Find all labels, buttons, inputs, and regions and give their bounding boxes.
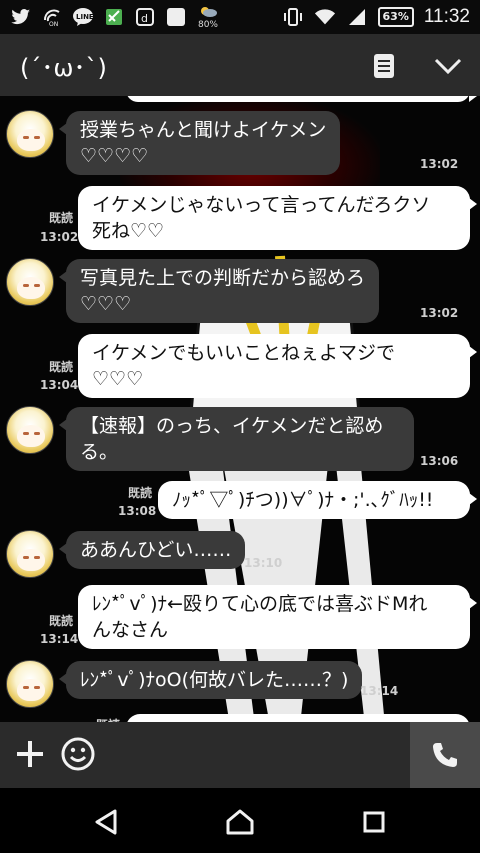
vibrate-icon [282, 6, 304, 28]
chat-area[interactable]: 授業ちゃんと聞けよイケメン ♡♡♡♡ 13:02 既読 13:02 イケメンじゃ… [0, 96, 480, 722]
message-bubble: イケメンじゃないって言ってんだろクソ 死ね♡♡ [78, 186, 477, 250]
chevron-down-icon [434, 58, 462, 75]
message-bubble: イケメンでもいいことねぇよマジで ♡♡♡ [78, 334, 477, 398]
message-bubble: ああんひどい…… [58, 531, 246, 569]
input-bar [0, 722, 480, 788]
chat-title: (´･ω･`) [20, 54, 107, 82]
message-time: 13:02 [420, 306, 459, 320]
avatar[interactable] [6, 110, 54, 158]
dmenu-icon: d [134, 6, 156, 28]
line-icon: LINE [72, 6, 94, 28]
message-bubble: 授業ちゃんと聞けよイケメン ♡♡♡♡ [58, 111, 341, 175]
twitter-icon [10, 6, 32, 28]
svg-text:LINE: LINE [76, 13, 94, 21]
read-receipt: 既読 [48, 360, 73, 374]
status-bar: ON LINE d 80% 63% 11:32 [0, 0, 480, 34]
plus-icon [17, 741, 43, 767]
message-bubble: 【速報】のっち、イケメンだと認め る。 [59, 407, 414, 471]
message-time: 13:08 [118, 504, 157, 518]
svg-text:d: d [141, 12, 148, 25]
message-bubble: 写真見た上での判断だから認めろ ♡♡♡ [58, 259, 380, 323]
wifi-icon [314, 6, 336, 28]
back-button[interactable] [86, 802, 126, 842]
svg-text:ON: ON [49, 21, 58, 27]
message-time: 13:06 [420, 454, 459, 468]
weather-percent: 80% [197, 20, 218, 30]
add-button[interactable] [10, 734, 50, 774]
message-time: 13:02 [420, 157, 459, 171]
signal-icon [346, 6, 368, 28]
recents-square-icon [363, 811, 385, 833]
wifi-calling-icon: ON [41, 6, 63, 28]
square-app-icon [165, 6, 187, 28]
message-bubble: ﾉｯ*ﾟ▽ﾟ)ﾁつ))∀ﾟ)ﾅ・;'.､ｸﾞﾊｯ!! [158, 481, 477, 519]
message-bubble: ﾚﾝ*ﾟvﾟ)ﾅ←殴りて心の底では喜ぶドMれ んなさん [78, 585, 477, 649]
read-receipt: 既読 [48, 211, 73, 225]
recents-button[interactable] [354, 802, 394, 842]
battery-indicator: 63% [377, 7, 414, 27]
avatar[interactable] [6, 530, 54, 578]
avatar[interactable] [6, 258, 54, 306]
message-time: 13:04 [40, 378, 79, 392]
navigation-bar [0, 788, 480, 853]
chat-header: (´･ω･`) [0, 34, 480, 96]
app-icon [103, 6, 125, 28]
collapse-button[interactable] [430, 48, 466, 84]
weather-icon: 80% [196, 4, 220, 30]
avatar[interactable] [6, 660, 54, 708]
message-bubble: ﾚﾝ*ﾟvﾟ)ﾅoO(何故バレた……？) [58, 661, 363, 699]
notes-icon [374, 54, 394, 78]
emoji-button[interactable] [58, 734, 98, 774]
clock: 11:32 [423, 6, 470, 27]
message-time: 13:10 [244, 556, 283, 570]
message-time: 13:02 [40, 230, 79, 244]
message-time: 13:14 [360, 684, 399, 698]
home-icon [226, 809, 254, 835]
message-bubble-partial [126, 714, 470, 722]
read-receipt: 既読 [127, 486, 152, 500]
phone-icon [433, 743, 457, 767]
home-button[interactable] [220, 802, 260, 842]
call-button[interactable] [410, 722, 480, 788]
read-receipt: 既読 [48, 614, 73, 628]
back-triangle-icon [95, 809, 117, 835]
smiley-icon [61, 737, 95, 771]
message-time: 13:14 [40, 632, 79, 646]
avatar[interactable] [6, 406, 54, 454]
message-bubble-partial [126, 96, 477, 102]
notes-button[interactable] [366, 48, 402, 84]
